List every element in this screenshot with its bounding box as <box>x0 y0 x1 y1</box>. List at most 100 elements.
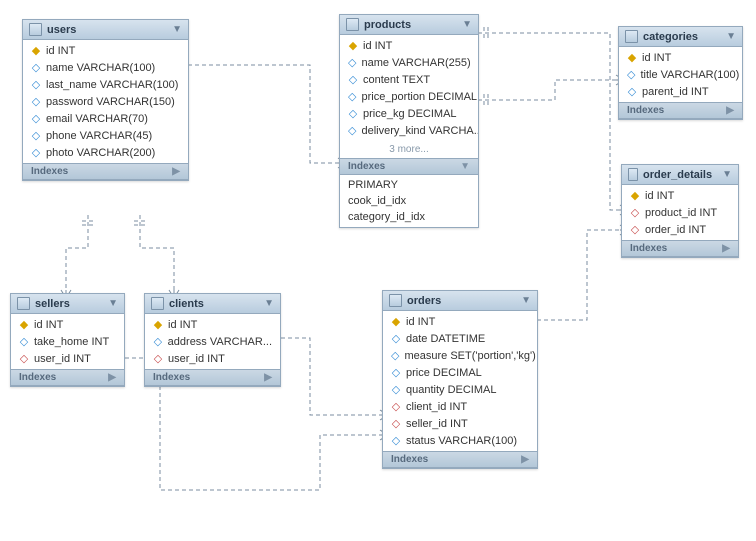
column-row[interactable]: ◇ delivery_kind VARCHA... <box>340 122 478 139</box>
collapse-arrow-icon[interactable]: ▼ <box>521 295 531 306</box>
column-icon: ◇ <box>31 112 41 125</box>
expand-arrow-icon[interactable]: ▶ <box>726 105 734 116</box>
indexes-section-header[interactable]: Indexes▶ <box>23 163 188 180</box>
foreign-key-icon: ◇ <box>391 400 401 413</box>
table-order_details[interactable]: order_details ▼ ◆id INT◇product_id INT◇ord… <box>621 164 739 258</box>
column-label: measure SET('portion','kg') <box>404 350 535 362</box>
column-row[interactable]: ◇measure SET('portion','kg') <box>383 347 537 364</box>
collapse-arrow-icon[interactable]: ▼ <box>462 19 472 30</box>
table-icon <box>625 30 638 43</box>
expand-arrow-icon[interactable]: ▶ <box>172 166 180 177</box>
column-row[interactable]: ◇price DECIMAL <box>383 364 537 381</box>
column-label: price_portion DECIMAL <box>361 91 477 103</box>
table-header[interactable]: clients ▼ <box>145 294 280 314</box>
column-label: address VARCHAR... <box>168 336 272 348</box>
indexes-section-header[interactable]: Indexes▶ <box>619 102 742 119</box>
column-row[interactable]: ◇password VARCHAR(150) <box>23 93 188 110</box>
column-row[interactable]: ◇name VARCHAR(100) <box>23 59 188 76</box>
column-row[interactable]: ◇date DATETIME <box>383 330 537 347</box>
expand-arrow-icon[interactable]: ▶ <box>108 372 116 383</box>
column-label: title VARCHAR(100) <box>640 69 739 81</box>
indexes-section-header[interactable]: Indexes▶ <box>145 369 280 386</box>
table-categories[interactable]: categories▼ ◆id INT◇title VARCHAR(100)◇pa… <box>618 26 743 120</box>
column-label: name VARCHAR(100) <box>46 62 155 74</box>
table-orders[interactable]: orders▼◆id INT◇date DATETIME◇measure SET… <box>382 290 538 469</box>
table-title: orders <box>407 295 441 307</box>
indexes-section-header[interactable]: Indexes▶ <box>622 240 738 257</box>
index-row[interactable]: category_id_idx <box>340 209 478 225</box>
column-label: id INT <box>168 319 197 331</box>
table-products[interactable]: products ▼ ◆id INT◇name VARCHAR(255)◇conte… <box>339 14 479 228</box>
indexes-section-header[interactable]: Indexes ▼ <box>340 158 478 175</box>
table-header[interactable]: products ▼ <box>340 15 478 35</box>
one-mark-icon <box>484 94 488 106</box>
table-header[interactable]: sellers ▼ <box>11 294 124 314</box>
column-row[interactable]: ◇ address VARCHAR... <box>145 333 280 350</box>
column-row[interactable]: ◆id INT <box>23 42 188 59</box>
column-row[interactable]: ◆id INT <box>619 49 742 66</box>
indexes-label: Indexes <box>391 454 428 465</box>
column-label: id INT <box>642 52 671 64</box>
table-clients[interactable]: clients ▼ ◆ id INT ◇ address VARCHAR... ◇user_… <box>144 293 281 387</box>
column-row[interactable]: ◇seller_id INT <box>383 415 537 432</box>
column-row[interactable]: ◇last_name VARCHAR(100) <box>23 76 188 93</box>
table-title: order_details <box>643 169 712 181</box>
table-title: clients <box>169 298 204 310</box>
more-columns-indicator[interactable]: 3 more... <box>340 141 478 158</box>
column-row[interactable]: ◇order_id INT <box>622 221 738 238</box>
column-row[interactable]: ◇product_id INT <box>622 204 738 221</box>
table-icon <box>29 23 42 36</box>
expand-arrow-icon[interactable]: ▶ <box>264 372 272 383</box>
column-row[interactable]: ◆id INT <box>383 313 537 330</box>
column-row[interactable]: ◇content TEXT <box>340 71 478 88</box>
column-row[interactable]: ◇title VARCHAR(100) <box>619 66 742 83</box>
expand-arrow-icon[interactable]: ▶ <box>521 454 529 465</box>
table-header[interactable]: users▼ <box>23 20 188 40</box>
indexes-section-header[interactable]: Indexes▶ <box>11 369 124 386</box>
indexes-section-header[interactable]: Indexes ▶ <box>383 451 537 468</box>
column-row[interactable]: ◇take_home INT <box>11 333 124 350</box>
column-icon: ◇ <box>153 335 163 348</box>
column-row[interactable]: ◇email VARCHAR(70) <box>23 110 188 127</box>
table-header[interactable]: order_details ▼ <box>622 165 738 185</box>
foreign-key-icon: ◇ <box>153 352 163 365</box>
column-row[interactable]: ◇user_id INT <box>145 350 280 367</box>
column-row[interactable]: ◇name VARCHAR(255) <box>340 54 478 71</box>
column-row[interactable]: ◇price_portion DECIMAL <box>340 88 478 105</box>
table-header[interactable]: orders ▼ <box>383 291 537 311</box>
index-row[interactable]: cook_id_idx <box>340 193 478 209</box>
collapse-arrow-icon[interactable]: ▼ <box>722 169 732 180</box>
indexes-label: Indexes <box>348 161 385 172</box>
column-row[interactable]: ◇photo VARCHAR(200) <box>23 144 188 161</box>
column-icon: ◇ <box>348 124 356 137</box>
table-sellers[interactable]: sellers ▼ ◆id INT◇take_home INT◇user_id IN… <box>10 293 125 387</box>
table-icon <box>389 294 402 307</box>
collapse-arrow-icon[interactable]: ▼ <box>264 298 274 309</box>
column-row[interactable]: ◇user_id INT <box>11 350 124 367</box>
table-title: products <box>364 19 411 31</box>
column-icon: ◇ <box>31 129 41 142</box>
table-users[interactable]: users▼◆id INT◇name VARCHAR(100)◇last_nam… <box>22 19 189 181</box>
column-label: delivery_kind VARCHA... <box>361 125 478 137</box>
column-row[interactable]: ◆id INT <box>622 187 738 204</box>
collapse-arrow-icon[interactable]: ▼ <box>726 31 736 42</box>
collapse-arrow-icon[interactable]: ▼ <box>108 298 118 309</box>
column-row[interactable]: ◆id INT <box>340 37 478 54</box>
table-title: sellers <box>35 298 70 310</box>
collapse-arrow-icon[interactable]: ▼ <box>172 24 182 35</box>
expand-arrow-icon[interactable]: ▶ <box>722 243 730 254</box>
column-row[interactable]: ◇phone VARCHAR(45) <box>23 127 188 144</box>
expand-arrow-icon[interactable]: ▼ <box>460 161 470 172</box>
column-row[interactable]: ◇quantity DECIMAL <box>383 381 537 398</box>
relationship-line <box>281 338 380 415</box>
column-row[interactable]: ◇status VARCHAR(100) <box>383 432 537 449</box>
column-row[interactable]: ◆ id INT <box>145 316 280 333</box>
primary-key-icon: ◆ <box>153 318 163 331</box>
column-row[interactable]: ◇client_id INT <box>383 398 537 415</box>
table-header[interactable]: categories▼ <box>619 27 742 47</box>
index-row[interactable]: PRIMARY <box>340 177 478 193</box>
column-row[interactable]: ◇price_kg DECIMAL <box>340 105 478 122</box>
column-row[interactable]: ◇parent_id INT <box>619 83 742 100</box>
column-icon: ◇ <box>391 434 401 447</box>
column-row[interactable]: ◆id INT <box>11 316 124 333</box>
